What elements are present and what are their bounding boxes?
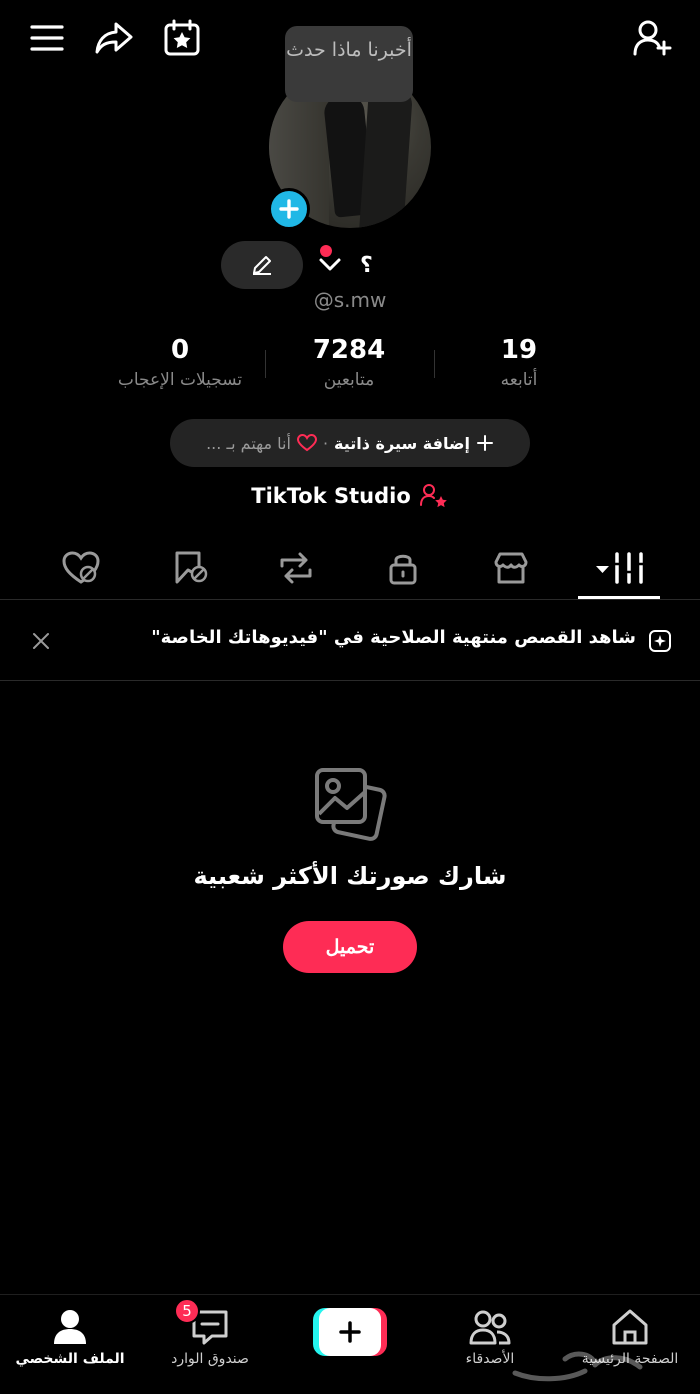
profile-icon [54, 1310, 86, 1344]
nav-profile[interactable]: الملف الشخصي [10, 1295, 130, 1394]
friends-icon [469, 1310, 511, 1345]
grid-dropdown-icon [596, 552, 645, 584]
photos-icon [315, 768, 387, 841]
following-stat[interactable]: 19 أتابعه [429, 333, 609, 393]
share-icon[interactable] [92, 16, 136, 60]
add-story-button[interactable] [268, 188, 310, 230]
creator-star-icon [419, 484, 447, 508]
home-icon [612, 1309, 648, 1345]
tab-videos[interactable] [579, 538, 661, 598]
plus-icon [279, 199, 299, 219]
tab-private[interactable] [363, 538, 443, 598]
create-button[interactable] [313, 1308, 387, 1356]
nav-inbox-label: صندوق الوارد [171, 1351, 249, 1367]
watermark-logo [512, 1351, 643, 1382]
likes-stat[interactable]: 0 تسجيلات الإعجاب [90, 333, 270, 393]
tab-reposts[interactable] [256, 538, 336, 598]
tab-favorites-hidden[interactable] [151, 538, 231, 598]
empty-state-title: شارك صورتك الأكثر شعبية [193, 862, 507, 890]
bio-pill[interactable]: إضافة سيرة ذاتية · أنا مهتم بـ ... [170, 419, 530, 467]
upload-button[interactable]: تحميل [283, 921, 417, 973]
tiktok-studio-link[interactable]: TikTok Studio [0, 478, 700, 514]
edit-profile-button[interactable] [221, 241, 303, 289]
following-count: 19 [500, 335, 538, 365]
sparkle-icon [649, 630, 671, 652]
display-name: ؟ [360, 252, 373, 278]
likes-count: 0 [170, 335, 190, 365]
heart-hidden-icon [62, 551, 100, 584]
followers-stat[interactable]: 7284 متابعين [259, 333, 439, 393]
tab-liked-hidden[interactable] [41, 538, 121, 598]
menu-icon[interactable] [25, 16, 69, 60]
username: @s.mw [313, 288, 387, 312]
active-tab-indicator [578, 596, 660, 599]
lock-icon [389, 554, 417, 585]
likes-label: تسجيلات الإعجاب [117, 370, 243, 390]
add-bio-label: إضافة سيرة ذاتية [334, 433, 470, 453]
tab-shop[interactable] [471, 538, 551, 598]
chevron-down-icon [319, 258, 341, 271]
bookmark-hidden-icon [175, 551, 208, 584]
plus-icon [476, 435, 493, 451]
content-tabs [0, 538, 700, 600]
followers-count: 7284 [312, 335, 386, 365]
following-label: أتابعه [500, 370, 538, 390]
nav-inbox[interactable]: صندوق الوارد [150, 1295, 270, 1394]
expired-stories-banner[interactable]: شاهد القصص منتهية الصلاحية في "فيديوهاتك… [0, 601, 700, 681]
status-tooltip[interactable]: أخبرنا ماذا حدث [285, 26, 413, 102]
studio-label: TikTok Studio [251, 484, 411, 508]
close-icon[interactable] [32, 632, 50, 650]
shop-icon [494, 552, 528, 584]
nav-profile-label: الملف الشخصي [15, 1351, 125, 1367]
calendar-star-icon[interactable] [160, 16, 204, 60]
heart-icon [296, 434, 317, 452]
interests-label: أنا مهتم بـ ... [206, 433, 291, 453]
inbox-badge: 5 [174, 1298, 200, 1324]
followers-label: متابعين [323, 370, 375, 390]
notification-dot [320, 245, 332, 257]
bio-separator: · [322, 433, 329, 453]
plus-icon [339, 1321, 361, 1343]
banner-text: شاهد القصص منتهية الصلاحية في "فيديوهاتك… [151, 627, 636, 648]
pencil-icon [253, 256, 271, 275]
repost-icon [280, 552, 312, 584]
add-friend-icon[interactable] [630, 16, 674, 60]
